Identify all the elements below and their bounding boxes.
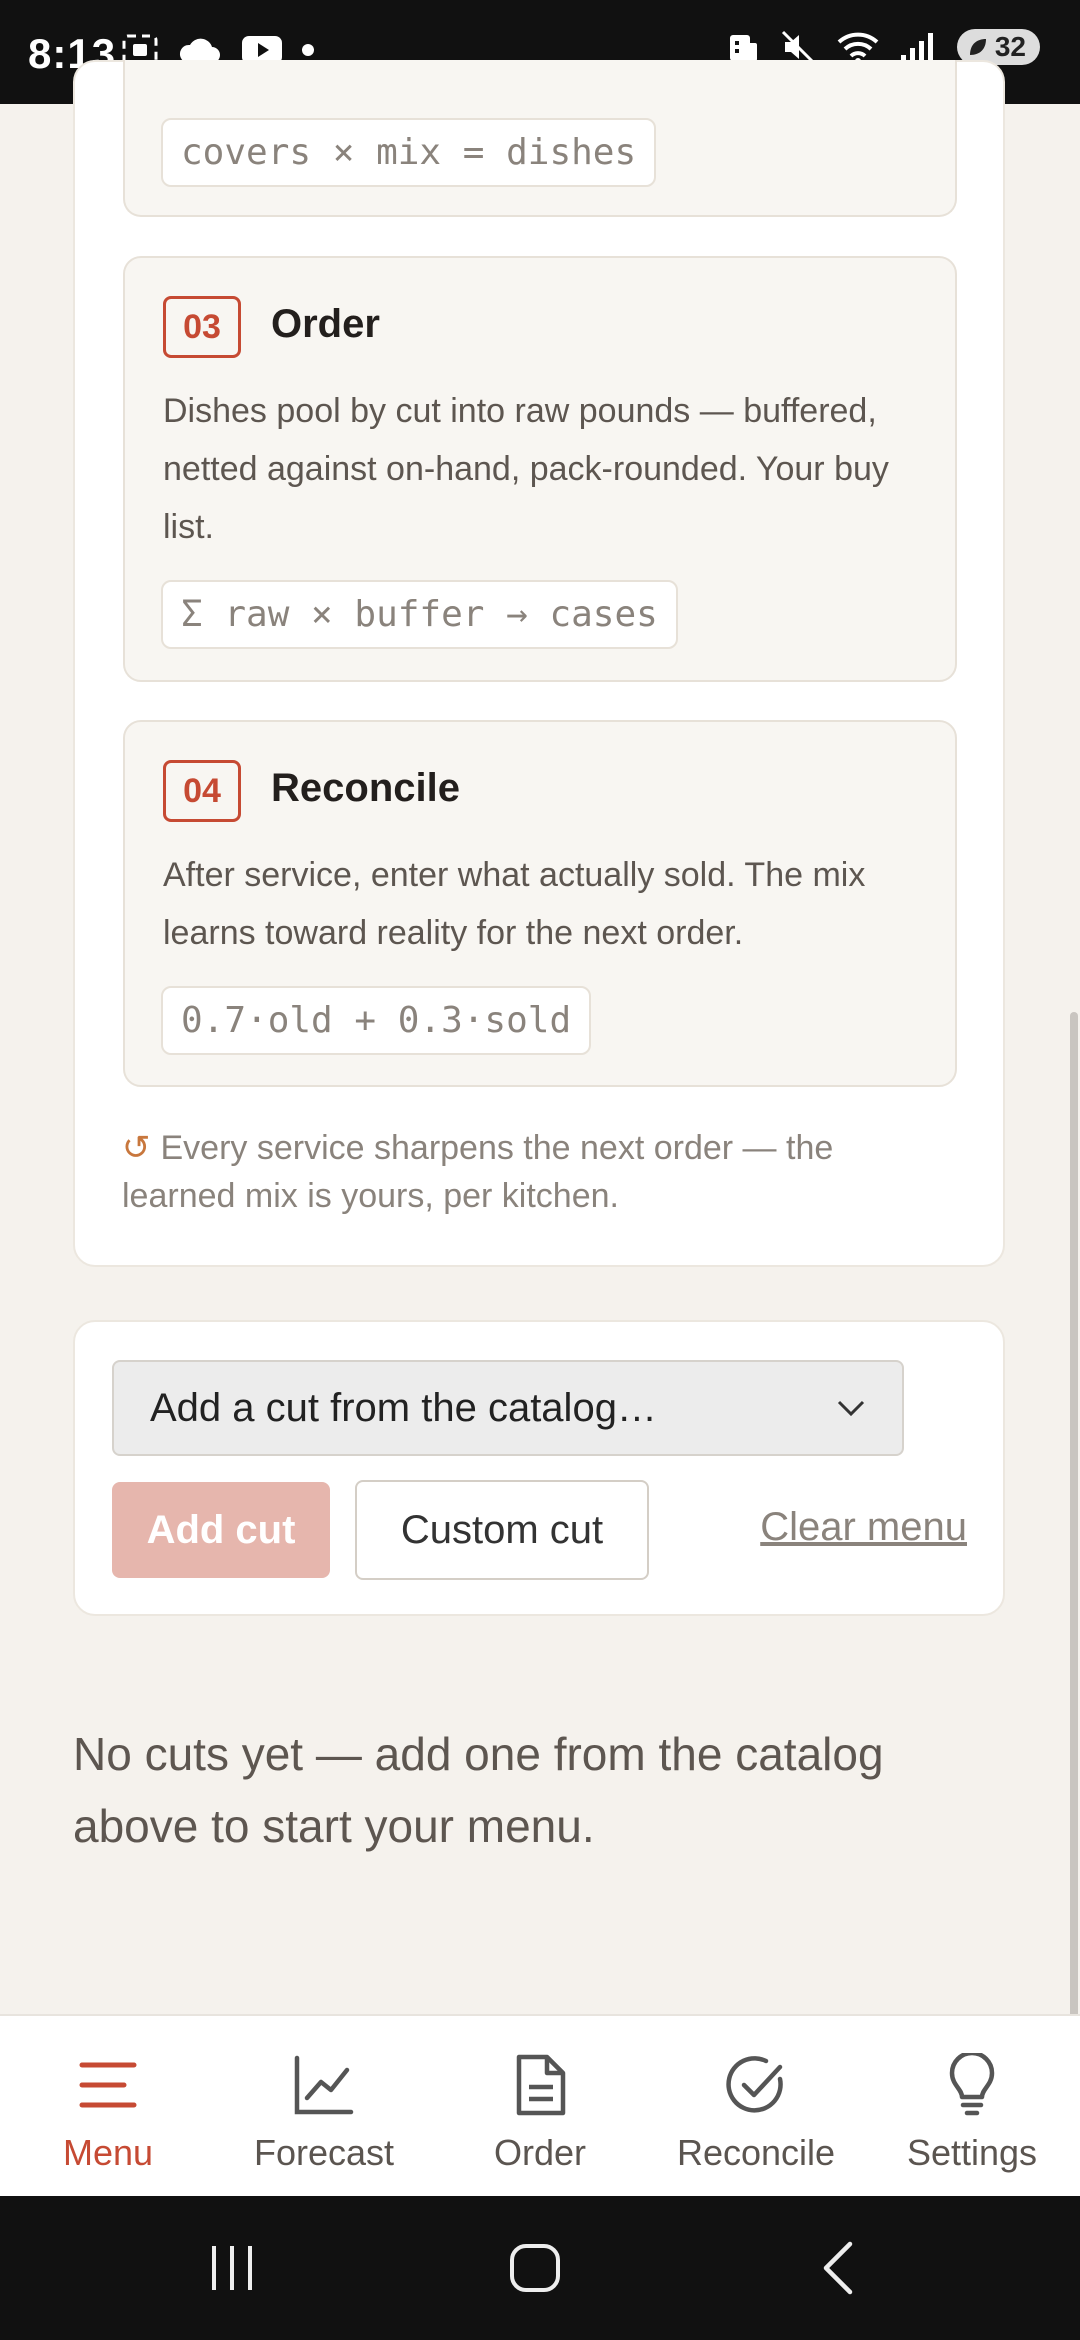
nav-item-settings[interactable]: Settings bbox=[864, 2016, 1080, 2198]
chart-icon bbox=[293, 2050, 355, 2120]
chevron-down-icon bbox=[837, 1400, 865, 1417]
battery-level: 32 bbox=[994, 31, 1026, 62]
nav-item-forecast[interactable]: Forecast bbox=[216, 2016, 432, 2198]
step-number: 03 bbox=[163, 296, 241, 358]
bottom-nav: Menu Forecast Order Reconcile Settings bbox=[0, 2014, 1080, 2198]
catalog-select[interactable]: Add a cut from the catalog… bbox=[112, 1360, 904, 1456]
step-title: Order bbox=[271, 302, 380, 346]
step-number: 04 bbox=[163, 760, 241, 822]
nav-label: Reconcile bbox=[676, 2132, 836, 2173]
add-cut-card: Add a cut from the catalog… Add cut Cust… bbox=[73, 1320, 1005, 1616]
add-cut-button[interactable]: Add cut bbox=[112, 1482, 330, 1578]
footnote-text: Every service sharpens the next order — … bbox=[122, 1129, 834, 1215]
catalog-select-label: Add a cut from the catalog… bbox=[150, 1385, 657, 1430]
step-card-reconcile: 04 Reconcile After service, enter what a… bbox=[123, 720, 957, 1087]
step-formula: Σ raw × buffer → cases bbox=[161, 580, 678, 649]
back-icon[interactable] bbox=[818, 2240, 858, 2296]
step-title: Reconcile bbox=[271, 766, 460, 810]
notification-dot-icon bbox=[302, 44, 314, 56]
nav-label: Settings bbox=[906, 2132, 1038, 2173]
custom-cut-button[interactable]: Custom cut bbox=[355, 1480, 649, 1580]
nav-label: Forecast bbox=[253, 2132, 395, 2173]
home-icon[interactable] bbox=[508, 2240, 564, 2296]
scrollbar[interactable] bbox=[1070, 1012, 1078, 2180]
nav-item-order[interactable]: Order bbox=[432, 2016, 648, 2198]
nav-item-menu[interactable]: Menu bbox=[0, 2016, 216, 2198]
nav-label: Order bbox=[493, 2132, 587, 2173]
learning-footnote: ↺ Every service sharpens the next order —… bbox=[122, 1124, 942, 1220]
nav-label: Menu bbox=[62, 2132, 154, 2173]
lightbulb-icon bbox=[948, 2050, 996, 2120]
menu-icon bbox=[78, 2050, 138, 2120]
recent-apps-icon[interactable] bbox=[208, 2240, 258, 2296]
nav-item-reconcile[interactable]: Reconcile bbox=[648, 2016, 864, 2198]
check-circle-icon bbox=[724, 2050, 788, 2120]
step-description: Dishes pool by cut into raw pounds — buf… bbox=[163, 392, 889, 546]
step-formula: covers × mix = dishes bbox=[161, 118, 657, 187]
step-card-order: 03 Order Dishes pool by cut into raw pou… bbox=[123, 256, 957, 682]
step-card-mix: covers × mix = dishes bbox=[123, 60, 957, 217]
cycle-icon: ↺ bbox=[122, 1129, 151, 1167]
empty-state-message: No cuts yet — add one from the catalog a… bbox=[73, 1728, 884, 1852]
document-icon bbox=[513, 2050, 567, 2120]
leaf-icon bbox=[969, 39, 986, 55]
step-formula: 0.7·old + 0.3·sold bbox=[161, 986, 592, 1055]
system-nav-bar bbox=[0, 2196, 1080, 2340]
clear-menu-link[interactable]: Clear menu bbox=[760, 1505, 967, 1550]
step-description: After service, enter what actually sold.… bbox=[163, 856, 866, 952]
